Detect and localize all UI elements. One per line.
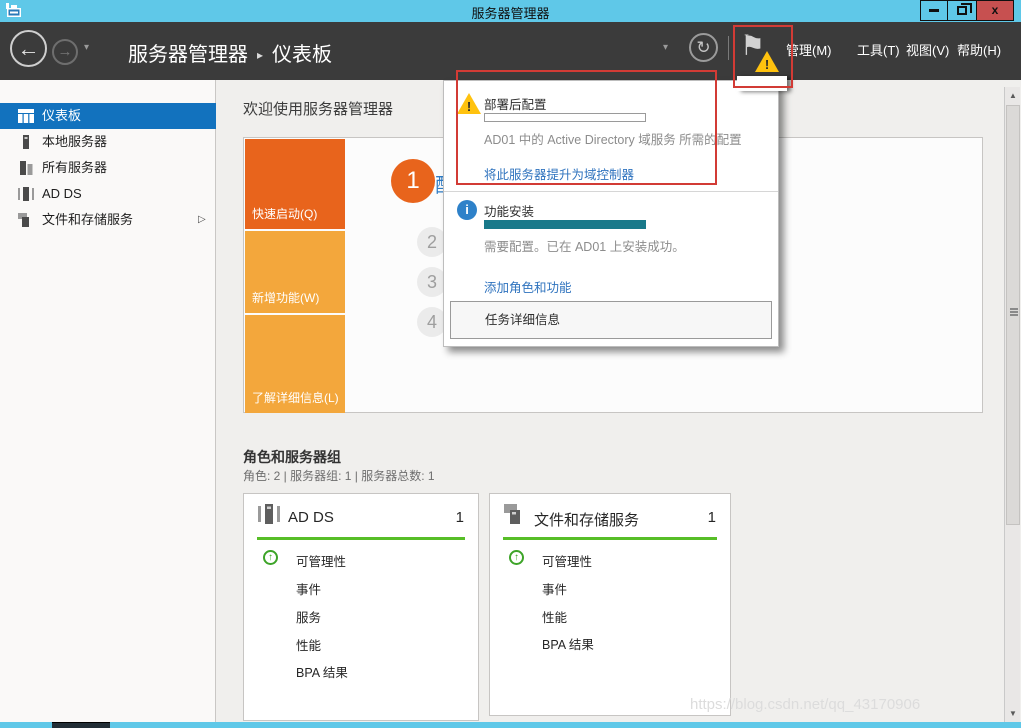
card-row[interactable]: 性能 bbox=[296, 635, 321, 654]
card-status-rule bbox=[503, 537, 717, 540]
card-status-rule bbox=[257, 537, 465, 540]
sidebar-item-label: 文件和存储服务 bbox=[42, 207, 133, 233]
back-arrow-icon: ← bbox=[18, 36, 40, 61]
sidebar: 仪表板 本地服务器 所有服务器 AD DS 文件和存储服务 ▷ bbox=[0, 80, 216, 722]
sidebar-item-all-servers[interactable]: 所有服务器 bbox=[0, 155, 216, 181]
tile-label: 新增功能(W) bbox=[252, 289, 319, 306]
card-row[interactable]: 事件 bbox=[542, 579, 567, 598]
sidebar-item-label: 仪表板 bbox=[42, 103, 81, 129]
toolbar-divider bbox=[728, 36, 729, 60]
forward-arrow-icon: → bbox=[58, 43, 73, 60]
card-row[interactable]: 服务 bbox=[296, 607, 321, 626]
sidebar-item-dashboard[interactable]: 仪表板 bbox=[0, 103, 216, 129]
breadcrumb-current: 仪表板 bbox=[272, 44, 332, 66]
info-icon: i bbox=[457, 200, 477, 220]
card-count: 1 bbox=[708, 509, 716, 526]
dashboard-icon bbox=[18, 109, 34, 123]
close-button[interactable]: x bbox=[976, 0, 1014, 21]
notification-description: 需要配置。已在 AD01 上安装成功。 bbox=[484, 236, 685, 255]
sidebar-item-label: 所有服务器 bbox=[42, 155, 107, 181]
tile-label: 了解详细信息(L) bbox=[252, 389, 339, 406]
window-bottom-border bbox=[0, 722, 1021, 728]
history-dropdown-caret-icon[interactable]: ▾ bbox=[84, 42, 89, 53]
ad-ds-icon bbox=[18, 187, 34, 201]
scrollbar-grip-icon bbox=[1010, 308, 1018, 316]
task-details-button[interactable]: 任务详细信息 bbox=[450, 301, 772, 339]
file-storage-services-icon bbox=[504, 504, 526, 524]
maximize-button[interactable] bbox=[947, 0, 977, 21]
sidebar-item-label: 本地服务器 bbox=[42, 129, 107, 155]
menu-view[interactable]: 视图(V) bbox=[906, 40, 949, 59]
expand-arrow-icon[interactable]: ▷ bbox=[198, 207, 206, 233]
scrollbar-thumb[interactable] bbox=[1006, 105, 1020, 525]
add-roles-features-link[interactable]: 添加角色和功能 bbox=[484, 277, 572, 296]
back-button[interactable]: ← bbox=[10, 30, 47, 67]
window-bottom-border-segment bbox=[52, 722, 110, 728]
scroll-down-icon[interactable]: ▼ bbox=[1005, 705, 1021, 722]
welcome-heading: 欢迎使用服务器管理器 bbox=[243, 98, 393, 119]
card-row[interactable]: 可管理性 bbox=[542, 551, 592, 570]
manageability-up-icon: ↑ bbox=[509, 550, 524, 565]
ad-ds-icon bbox=[258, 504, 280, 524]
minimize-icon bbox=[929, 9, 939, 12]
progress-bar-full bbox=[484, 220, 646, 229]
annotation-box-notification bbox=[456, 70, 717, 185]
card-title[interactable]: 文件和存储服务 bbox=[534, 509, 639, 530]
annotation-box-flag bbox=[733, 25, 793, 88]
sidebar-item-label: AD DS bbox=[42, 181, 82, 207]
sidebar-item-local-server[interactable]: 本地服务器 bbox=[0, 129, 216, 155]
breadcrumb-separator-icon: ▸ bbox=[257, 48, 263, 62]
file-storage-services-icon bbox=[18, 213, 34, 227]
card-count: 1 bbox=[456, 509, 464, 526]
local-server-icon bbox=[18, 135, 34, 149]
scroll-up-icon[interactable]: ▲ bbox=[1005, 87, 1021, 104]
tile-whats-new[interactable]: 新增功能(W) bbox=[245, 231, 345, 313]
notification-title: 功能安装 bbox=[484, 201, 534, 220]
card-row[interactable]: 事件 bbox=[296, 579, 321, 598]
card-row[interactable]: BPA 结果 bbox=[542, 634, 594, 653]
sidebar-item-ad-ds[interactable]: AD DS bbox=[0, 181, 216, 207]
all-servers-icon bbox=[18, 161, 34, 175]
menu-tools[interactable]: 工具(T) bbox=[857, 40, 900, 59]
menu-help[interactable]: 帮助(H) bbox=[957, 40, 1001, 59]
window-title: 服务器管理器 bbox=[0, 3, 1021, 22]
scope-dropdown-caret-icon[interactable]: ▾ bbox=[663, 42, 668, 53]
watermark: https://blog.csdn.net/qq_43170906 bbox=[690, 696, 1021, 713]
notification-divider bbox=[444, 191, 778, 192]
card-row[interactable]: BPA 结果 bbox=[296, 662, 348, 681]
restore-icon bbox=[957, 6, 967, 15]
tile-label: 快速启动(Q) bbox=[252, 205, 317, 222]
title-bar: 服务器管理器 x bbox=[0, 0, 1021, 22]
forward-button[interactable]: → bbox=[52, 39, 78, 65]
card-row[interactable]: 性能 bbox=[542, 607, 567, 626]
breadcrumb: 服务器管理器 ▸ 仪表板 bbox=[128, 38, 332, 67]
step-1-badge: 1 bbox=[391, 159, 435, 203]
breadcrumb-root[interactable]: 服务器管理器 bbox=[128, 44, 248, 66]
card-file-storage-services: 文件和存储服务 1 ↑ 可管理性 事件 性能 BPA 结果 bbox=[489, 493, 731, 716]
refresh-button[interactable]: ↻ bbox=[689, 33, 718, 62]
roles-section-heading: 角色和服务器组 bbox=[243, 447, 341, 467]
refresh-icon: ↻ bbox=[696, 38, 710, 57]
card-title[interactable]: AD DS bbox=[288, 509, 334, 526]
tile-learn-more[interactable]: 了解详细信息(L) bbox=[245, 315, 345, 413]
sidebar-item-file-storage-services[interactable]: 文件和存储服务 ▷ bbox=[0, 207, 216, 233]
minimize-button[interactable] bbox=[920, 0, 948, 21]
card-row[interactable]: 可管理性 bbox=[296, 551, 346, 570]
roles-summary: 角色: 2 | 服务器组: 1 | 服务器总数: 1 bbox=[243, 467, 435, 484]
tile-quick-start[interactable]: 快速启动(Q) bbox=[245, 139, 345, 229]
manageability-up-icon: ↑ bbox=[263, 550, 278, 565]
card-ad-ds: AD DS 1 ↑ 可管理性 事件 服务 性能 BPA 结果 bbox=[243, 493, 479, 721]
vertical-scrollbar[interactable]: ▲ ▼ bbox=[1004, 87, 1020, 722]
